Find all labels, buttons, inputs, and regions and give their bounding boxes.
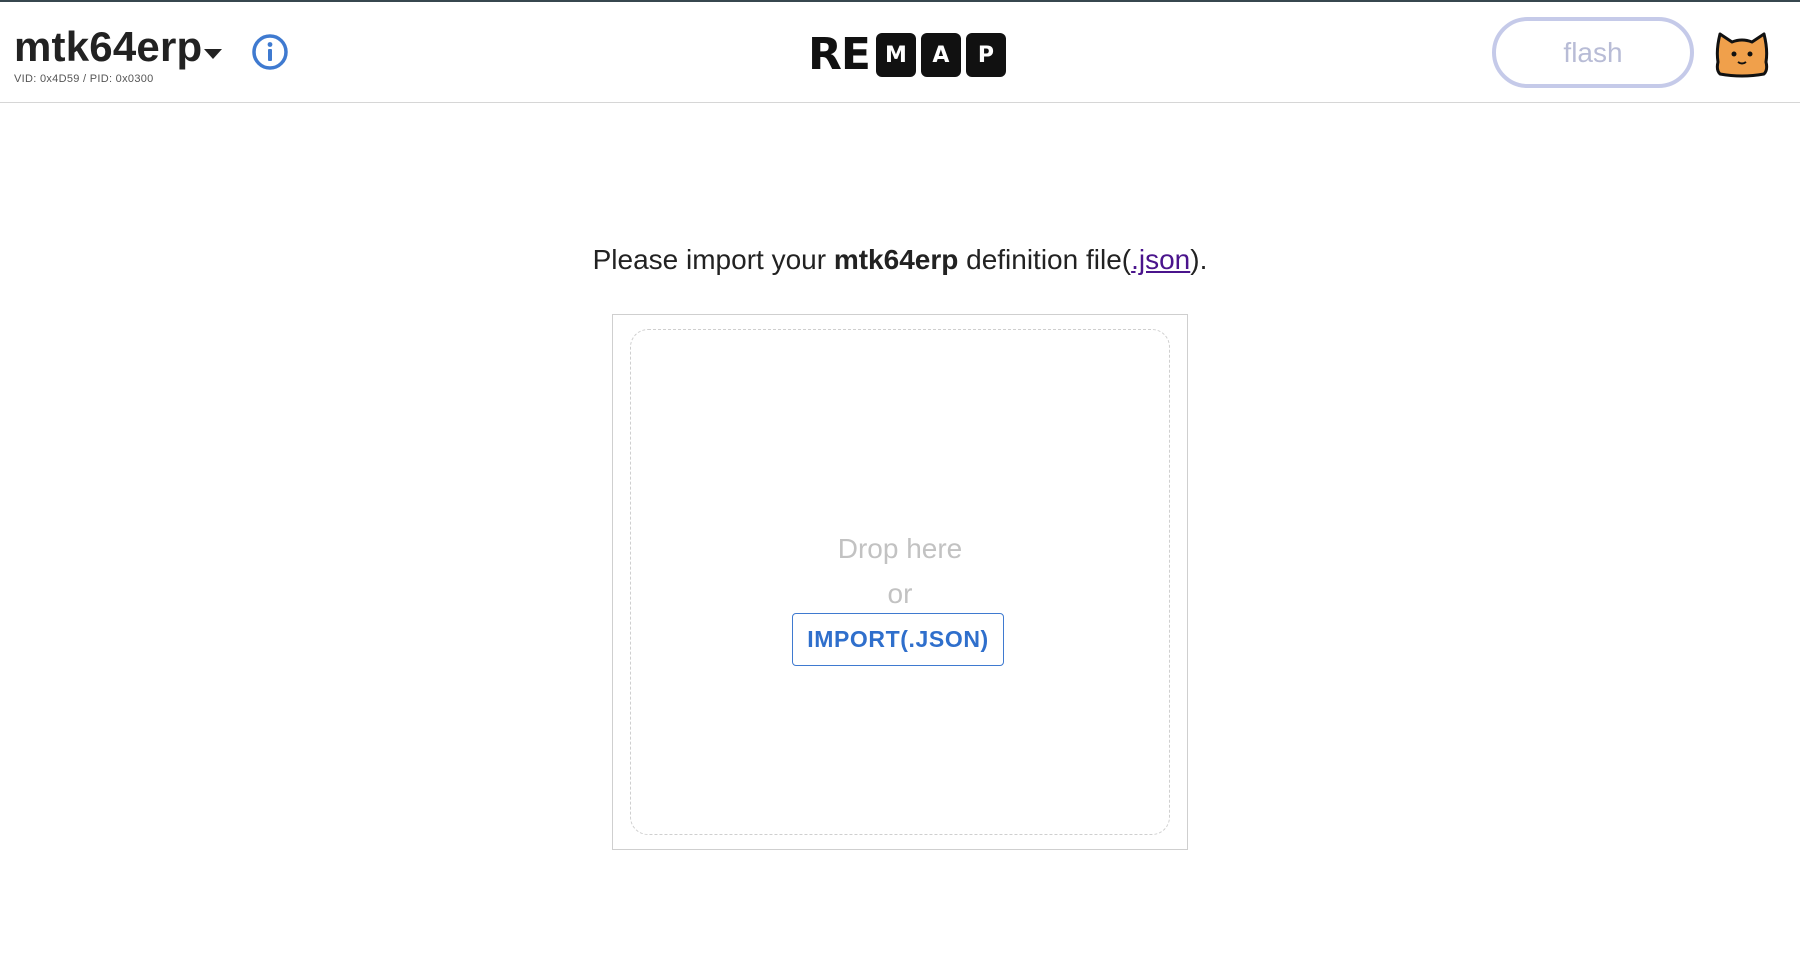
logo-box-m: M — [875, 33, 916, 77]
info-circle-icon[interactable] — [251, 33, 289, 71]
logo-box-p: P — [965, 33, 1006, 77]
drop-here-label: Drop here — [837, 533, 963, 564]
vid-pid-label: VID: 0x4D59 / PID: 0x0300 — [14, 73, 154, 85]
logo-box-a: A — [920, 33, 961, 77]
or-label: or — [887, 578, 913, 609]
logo-text-re: RE — [808, 29, 871, 80]
drop-zone[interactable]: Drop here or IMPORT(.JSON) — [630, 329, 1170, 835]
keyboard-name[interactable]: mtk64erp — [14, 24, 202, 70]
import-prompt: Please import your mtk64erp definition f… — [0, 244, 1800, 276]
app-header: mtk64erp VID: 0x4D59 / PID: 0x0300 RE M … — [0, 2, 1800, 103]
json-format-link[interactable]: .json — [1131, 244, 1190, 275]
drop-zone-container: Drop here or IMPORT(.JSON) — [612, 314, 1188, 850]
remap-logo: RE M A P — [808, 32, 1011, 78]
import-json-button[interactable]: IMPORT(.JSON) — [792, 613, 1004, 666]
flash-button[interactable]: flash — [1492, 17, 1694, 88]
prompt-keyboard-name: mtk64erp — [833, 244, 959, 275]
caret-down-icon[interactable] — [204, 49, 222, 59]
prompt-prefix: Please import your — [592, 244, 834, 275]
drop-zone-text: Drop here or — [631, 526, 1169, 616]
prompt-middle: definition file( — [958, 244, 1132, 275]
prompt-suffix: ). — [1190, 244, 1208, 275]
cat-avatar-icon[interactable] — [1714, 30, 1770, 78]
